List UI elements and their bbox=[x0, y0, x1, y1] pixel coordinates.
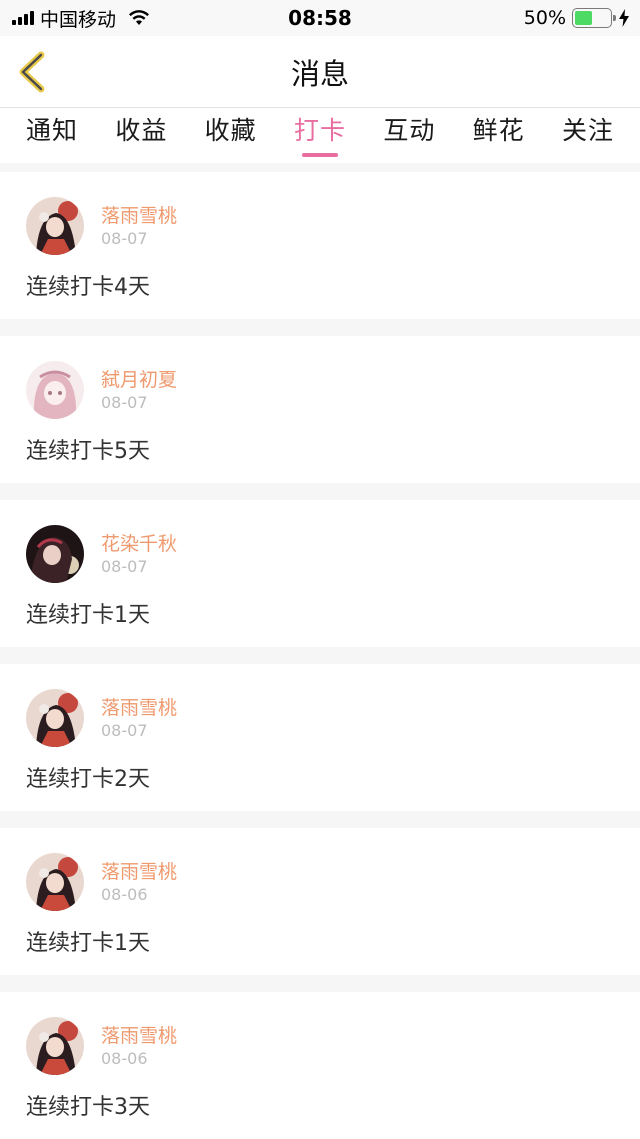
message-date: 08-07 bbox=[101, 720, 148, 740]
list-item[interactable]: 落雨雪桃 08-07 连续打卡2天 bbox=[0, 664, 640, 811]
signal-icon bbox=[12, 11, 34, 25]
avatar-dark-girl bbox=[26, 689, 84, 747]
meta: 落雨雪桃 08-06 bbox=[101, 860, 177, 905]
list-item-header: 落雨雪桃 08-07 bbox=[26, 172, 614, 255]
tab-bar: 通知 收益 收藏 打卡 互动 鲜花 关注 bbox=[0, 108, 640, 163]
message-text: 连续打卡4天 bbox=[26, 275, 150, 300]
list-item[interactable]: 弑月初夏 08-07 连续打卡5天 bbox=[0, 336, 640, 483]
user-name[interactable]: 弑月初夏 bbox=[101, 368, 177, 392]
user-name[interactable]: 落雨雪桃 bbox=[101, 696, 177, 720]
status-left: 中国移动 bbox=[12, 5, 150, 32]
battery-fill bbox=[575, 11, 592, 25]
tab-favorites[interactable]: 收藏 bbox=[205, 108, 257, 163]
avatar-pink-girl bbox=[26, 361, 84, 419]
avatar[interactable] bbox=[26, 689, 84, 747]
meta: 花染千秋 08-07 bbox=[101, 532, 177, 577]
list-item-header: 落雨雪桃 08-06 bbox=[26, 992, 614, 1075]
list-item[interactable]: 落雨雪桃 08-06 连续打卡1天 bbox=[0, 828, 640, 975]
avatar-night-girl bbox=[26, 525, 84, 583]
status-right: 50% bbox=[524, 7, 630, 29]
tab-notifications[interactable]: 通知 bbox=[26, 108, 78, 163]
tab-earnings[interactable]: 收益 bbox=[115, 108, 167, 163]
message-list: 落雨雪桃 08-07 连续打卡4天 弑月初夏 08-07 连续打卡5天 花染千秋… bbox=[0, 163, 640, 1139]
message-text: 连续打卡5天 bbox=[26, 439, 150, 464]
avatar[interactable] bbox=[26, 853, 84, 911]
user-name[interactable]: 落雨雪桃 bbox=[101, 204, 177, 228]
message-date: 08-06 bbox=[101, 884, 148, 904]
tab-following[interactable]: 关注 bbox=[562, 108, 614, 163]
carrier-label: 中国移动 bbox=[40, 8, 117, 31]
meta: 落雨雪桃 08-07 bbox=[101, 204, 177, 249]
app-screen: 中国移动 08:58 50% 消息 通知 收益 收藏 打卡 互动 鲜花 关注 落… bbox=[0, 0, 640, 1139]
message-date: 08-07 bbox=[101, 228, 148, 248]
wifi-icon bbox=[129, 10, 150, 25]
list-item-header: 落雨雪桃 08-06 bbox=[26, 828, 614, 911]
avatar-dark-girl bbox=[26, 853, 84, 911]
back-button[interactable] bbox=[14, 50, 50, 94]
tab-flowers[interactable]: 鲜花 bbox=[473, 108, 525, 163]
meta: 落雨雪桃 08-07 bbox=[101, 696, 177, 741]
status-bar: 中国移动 08:58 50% bbox=[0, 0, 640, 36]
meta: 落雨雪桃 08-06 bbox=[101, 1024, 177, 1069]
battery-icon bbox=[572, 8, 616, 28]
list-item-header: 落雨雪桃 08-07 bbox=[26, 664, 614, 747]
message-text: 连续打卡1天 bbox=[26, 603, 150, 628]
user-name[interactable]: 花染千秋 bbox=[101, 532, 177, 556]
avatar[interactable] bbox=[26, 525, 84, 583]
avatar-dark-girl bbox=[26, 197, 84, 255]
list-item[interactable]: 落雨雪桃 08-07 连续打卡4天 bbox=[0, 172, 640, 319]
message-text: 连续打卡3天 bbox=[26, 1095, 150, 1120]
nav-bar: 消息 bbox=[0, 36, 640, 108]
message-date: 08-06 bbox=[101, 1048, 148, 1068]
tab-interactions[interactable]: 互动 bbox=[383, 108, 435, 163]
message-date: 08-07 bbox=[101, 556, 148, 576]
message-text: 连续打卡1天 bbox=[26, 931, 150, 956]
list-item[interactable]: 落雨雪桃 08-06 连续打卡3天 bbox=[0, 992, 640, 1139]
battery-percent: 50% bbox=[523, 7, 566, 29]
user-name[interactable]: 落雨雪桃 bbox=[101, 1024, 177, 1048]
meta: 弑月初夏 08-07 bbox=[101, 368, 177, 413]
list-item[interactable]: 花染千秋 08-07 连续打卡1天 bbox=[0, 500, 640, 647]
message-text: 连续打卡2天 bbox=[26, 767, 150, 792]
page-title: 消息 bbox=[290, 56, 349, 91]
list-item-header: 弑月初夏 08-07 bbox=[26, 336, 614, 419]
user-name[interactable]: 落雨雪桃 bbox=[101, 860, 177, 884]
message-date: 08-07 bbox=[101, 392, 148, 412]
charging-bolt-icon bbox=[619, 9, 629, 27]
tab-checkin[interactable]: 打卡 bbox=[294, 108, 346, 163]
avatar[interactable] bbox=[26, 361, 84, 419]
list-item-header: 花染千秋 08-07 bbox=[26, 500, 614, 583]
avatar[interactable] bbox=[26, 1017, 84, 1075]
avatar-dark-girl bbox=[26, 1017, 84, 1075]
chevron-left-icon bbox=[19, 51, 45, 93]
avatar[interactable] bbox=[26, 197, 84, 255]
